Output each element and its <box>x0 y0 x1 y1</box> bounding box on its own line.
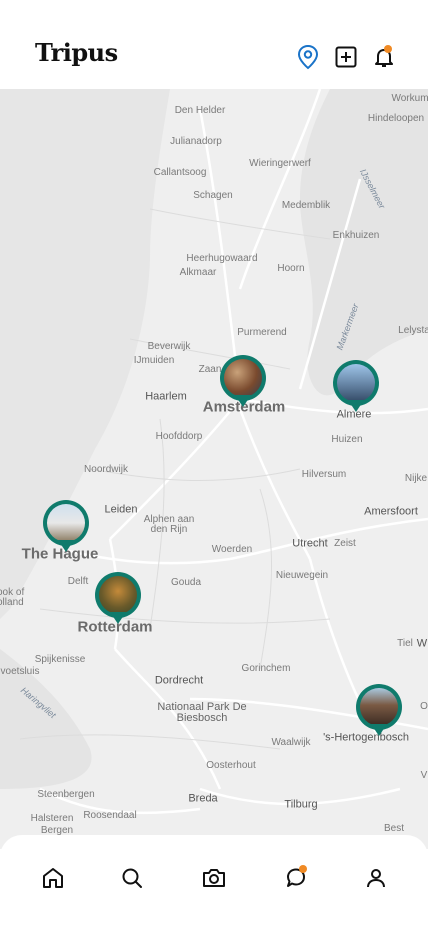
app-title: Tripus <box>35 38 118 67</box>
place-label: Beverwijk <box>147 341 191 352</box>
chat-notification-dot <box>299 865 307 873</box>
place-label: Workum <box>391 93 428 104</box>
place-label: O <box>420 701 428 712</box>
place-label: Tiel <box>397 638 413 649</box>
place-label: Delft <box>67 576 89 587</box>
bottom-tab-bar <box>0 835 428 926</box>
place-label: Roosendaal <box>83 810 137 821</box>
chat-icon[interactable] <box>281 863 311 893</box>
map-view[interactable]: Den Helder Workum Hindeloopen Julianador… <box>0 89 428 849</box>
place-label: Nationaal Park De Biesbosch <box>157 701 247 724</box>
hertogenbosch-photo-pin[interactable] <box>356 684 402 740</box>
location-pin-icon[interactable] <box>294 43 322 71</box>
place-label: Gouda <box>170 577 202 588</box>
place-label: Nijke <box>404 473 428 484</box>
almere-photo-pin[interactable] <box>333 360 379 416</box>
place-label: W <box>416 637 428 650</box>
place-label: Amersfoort <box>364 505 418 518</box>
place-label: Medemblik <box>281 200 331 211</box>
place-label: Schagen <box>193 190 233 201</box>
notification-dot <box>384 45 392 53</box>
place-label: IJmuiden <box>133 355 175 366</box>
place-label: Steenbergen <box>37 789 95 800</box>
rotterdam-photo-pin[interactable] <box>95 572 141 628</box>
place-label: Haarlem <box>145 390 187 403</box>
place-label: Tilburg <box>284 798 318 811</box>
place-label: Alphen aan den Rijn <box>143 514 195 535</box>
place-label: V <box>420 770 428 781</box>
place-label: Hindeloopen <box>367 113 425 124</box>
place-label: Purmerend <box>237 327 287 338</box>
bell-icon[interactable] <box>370 43 398 71</box>
place-label: Oosterhout <box>206 760 256 771</box>
place-label: Gorinchem <box>241 663 291 674</box>
camera-icon[interactable] <box>199 863 229 893</box>
place-label: voetsluis <box>0 666 40 677</box>
place-label: Nieuwegein <box>275 570 329 581</box>
place-label: Utrecht <box>292 537 328 550</box>
place-label: Leiden <box>104 503 138 516</box>
search-icon[interactable] <box>117 863 147 893</box>
place-label: Dordrecht <box>154 674 204 687</box>
place-label: Julianadorp <box>170 136 222 147</box>
the-hague-photo-pin[interactable] <box>43 500 89 556</box>
amsterdam-photo-pin[interactable] <box>220 355 266 411</box>
place-label: Halsteren <box>30 813 74 824</box>
place-label: Lelysta <box>398 325 428 336</box>
place-label: Heerhugowaard <box>186 253 258 264</box>
place-label: Zeist <box>334 538 356 549</box>
place-label: Zaan <box>198 364 222 375</box>
place-label: Spijkenisse <box>34 654 86 665</box>
place-label: Wieringerwerf <box>249 158 311 169</box>
place-label: Huizen <box>331 434 363 445</box>
profile-icon[interactable] <box>361 863 391 893</box>
place-label: Hoorn <box>277 263 305 274</box>
place-label: Alkmaar <box>179 267 217 278</box>
place-label: Noordwijk <box>84 464 128 475</box>
app-header: Tripus <box>0 0 428 89</box>
place-label: Den Helder <box>174 105 226 116</box>
place-label: Callantsoog <box>153 167 207 178</box>
place-label: Enkhuizen <box>332 230 380 241</box>
place-label: Hoofddorp <box>155 431 203 442</box>
place-label: Breda <box>188 792 218 805</box>
place-label: Best <box>383 823 405 834</box>
place-label: Waalwijk <box>271 737 311 748</box>
place-label: Hilversum <box>301 469 347 480</box>
home-icon[interactable] <box>38 863 68 893</box>
place-label: ook of olland <box>0 587 25 608</box>
place-label: Woerden <box>211 544 253 555</box>
add-square-icon[interactable] <box>332 43 360 71</box>
